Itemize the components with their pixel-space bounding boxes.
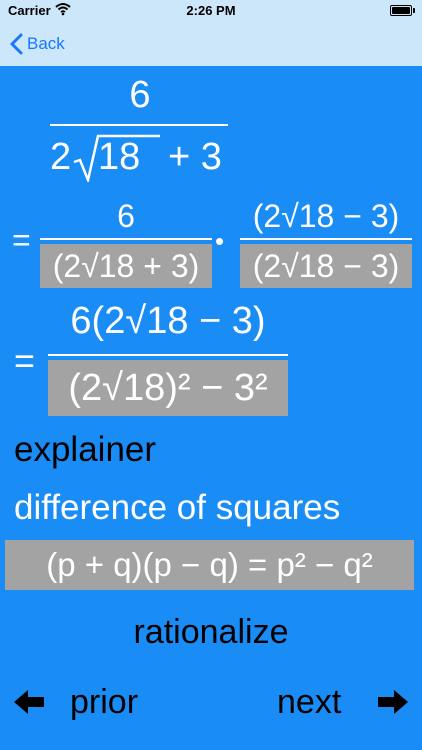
navigation-bar: Back [0,22,422,66]
arrow-left-icon[interactable] [12,688,46,721]
line2-factor-denominator: (2√18 − 3) [240,244,412,288]
line1-numerator: 6 [129,74,151,116]
line3-numerator: 6(2√18 − 3) [70,300,266,342]
explainer-label: explainer [14,430,157,469]
line3-denominator: (2√18)² − 3² [48,360,288,416]
den-addend: + 3 [168,136,222,178]
line2-factor-numerator: (2√18 − 3) [252,198,400,234]
multiply-dot: • [215,226,225,256]
fraction-bar [240,238,412,240]
prior-button[interactable]: prior [70,683,138,722]
fraction-bar [48,354,288,356]
radicand: 18 [98,136,141,178]
expression-line-1: 6 2 18 + 3 [40,74,240,184]
equals-sign: = [14,340,36,381]
back-button[interactable]: Back [10,30,65,58]
battery-icon [390,5,415,16]
next-button[interactable]: next [277,683,341,722]
identity-formula: (p + q)(p − q) = p² − q² [5,540,414,590]
expression-line-2-left: 6 (2√18 + 3) [40,198,212,290]
fraction-bar [40,238,212,240]
line2-numerator: 6 [117,198,135,234]
line1-denominator: 2 18 + 3 [50,132,240,182]
equals-sign: = [12,222,31,258]
fraction-bar [50,124,228,126]
explainer-text: difference of squares [14,488,341,527]
line2-denominator: (2√18 + 3) [40,244,212,288]
clock: 2:26 PM [186,3,236,18]
back-label: Back [27,34,65,53]
den-coefficient: 2 [50,136,72,178]
status-bar: Carrier 2:26 PM [0,0,422,22]
arrow-right-icon[interactable] [376,688,410,721]
expression-line-2-right: (2√18 − 3) (2√18 − 3) [240,198,412,290]
chevron-left-icon [10,33,23,55]
rationalize-button[interactable]: rationalize [0,613,422,652]
expression-line-3: 6(2√18 − 3) (2√18)² − 3² [48,300,288,418]
